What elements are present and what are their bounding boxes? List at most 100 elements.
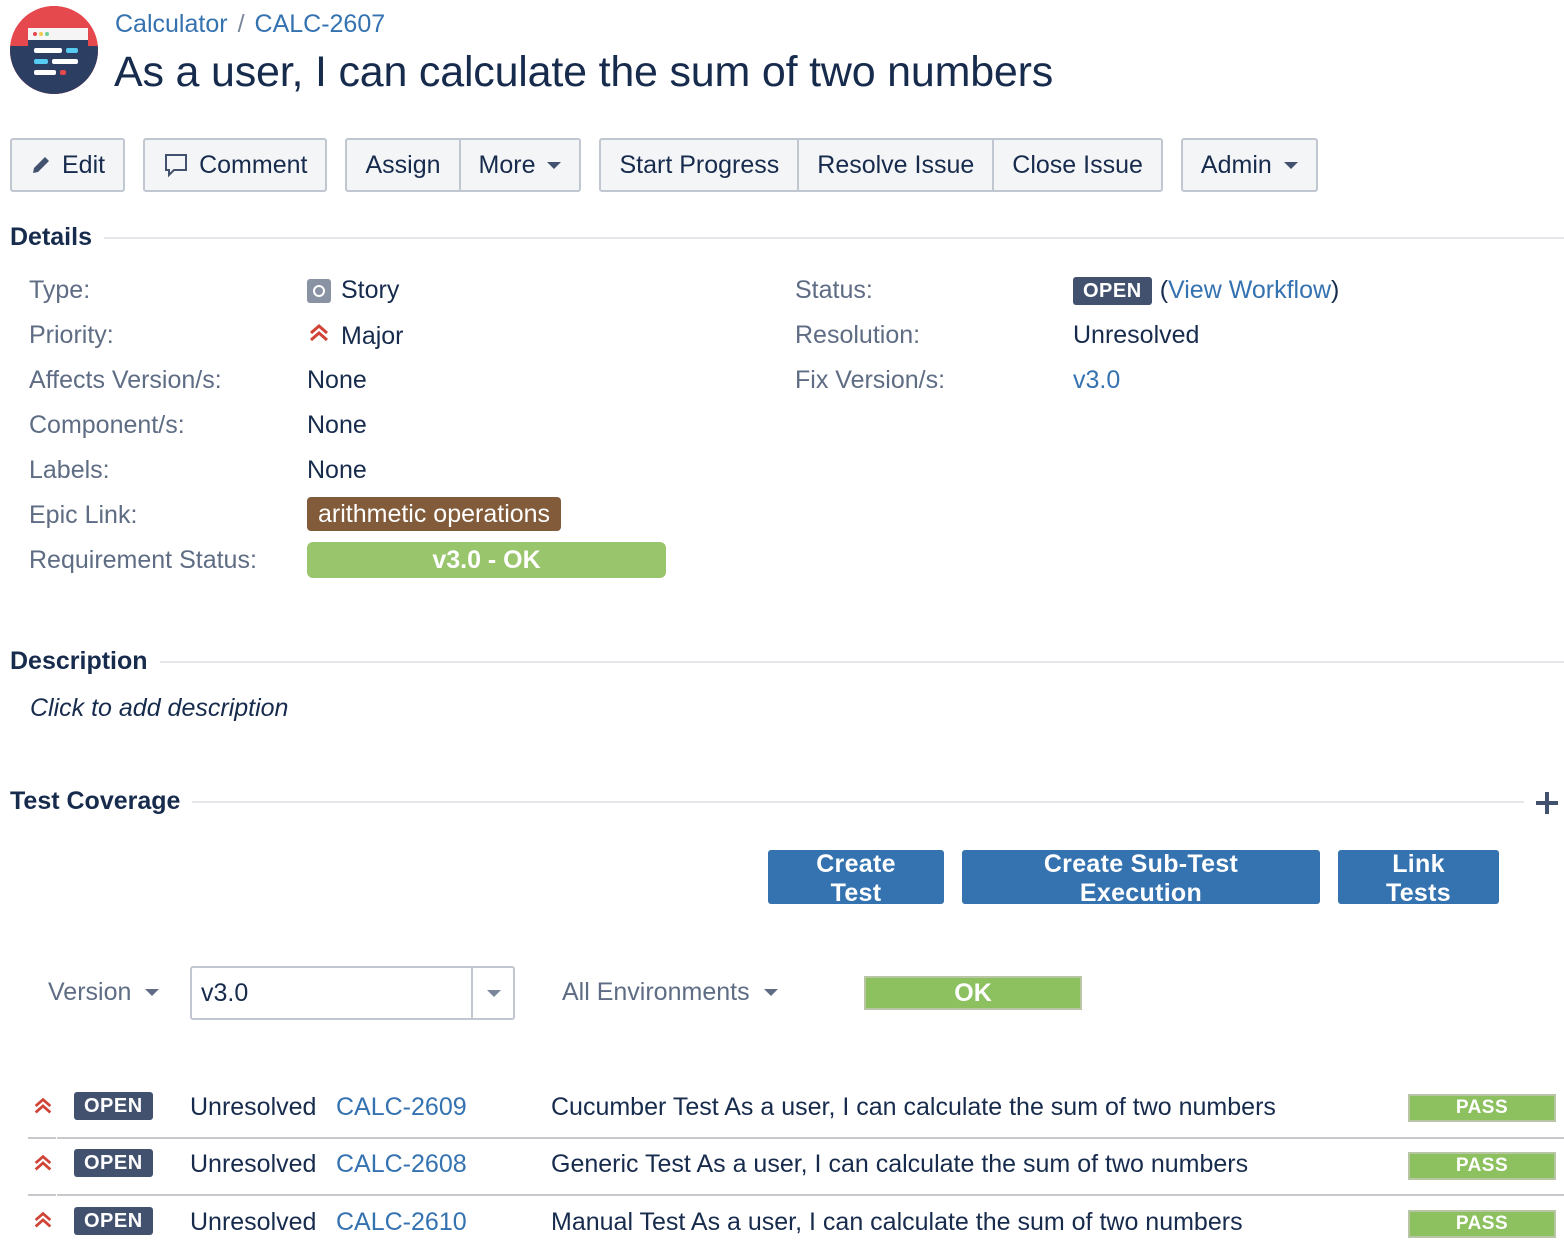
row-divider	[57, 1137, 1564, 1139]
test-row: OPEN Unresolved CALC-2609 Cucumber Test …	[0, 1080, 1564, 1136]
epic-link-label: Epic Link:	[29, 501, 138, 529]
chevron-down-icon	[547, 161, 562, 169]
edit-button[interactable]: Edit	[10, 138, 126, 192]
breadcrumb-project-link[interactable]: Calculator	[115, 10, 228, 38]
labels-value[interactable]: None	[307, 456, 367, 485]
comment-button-label: Comment	[199, 150, 308, 179]
issue-toolbar: Edit Comment Assign More Start Progress …	[10, 138, 1318, 192]
workflow-transitions-group: Start Progress Resolve Issue Close Issue	[599, 138, 1163, 192]
resolution-text: Unresolved	[190, 1150, 317, 1178]
resolution-text: Unresolved	[190, 1093, 317, 1121]
story-type-icon	[307, 278, 331, 303]
epic-lozenge[interactable]: arithmetic operations	[307, 497, 562, 531]
comment-button[interactable]: Comment	[143, 138, 328, 192]
test-result-badge[interactable]: PASS	[1408, 1210, 1556, 1238]
status-badge: OPEN	[74, 1092, 153, 1120]
resolution-value: Unresolved	[1073, 321, 1200, 349]
pencil-icon	[30, 154, 52, 176]
version-select[interactable]: v3.0	[190, 966, 515, 1020]
breadcrumb: Calculator / CALC-2607	[115, 10, 385, 39]
status-value: OPEN (View Workflow)	[1073, 276, 1339, 305]
major-priority-icon	[32, 1152, 54, 1174]
page-title[interactable]: As a user, I can calculate the sum of tw…	[114, 48, 1053, 97]
version-select-value: v3.0	[201, 979, 249, 1007]
test-row: OPEN Unresolved CALC-2610 Manual Test As…	[0, 1194, 1564, 1250]
coverage-status-bar[interactable]: OK	[864, 976, 1082, 1010]
view-workflow-link[interactable]: View Workflow	[1168, 276, 1331, 304]
chevron-down-icon	[145, 989, 160, 996]
description-heading: Description	[10, 647, 148, 675]
row-divider	[57, 1194, 1564, 1196]
status-badge: OPEN	[74, 1149, 153, 1177]
details-section-header[interactable]: Details	[10, 223, 1564, 252]
admin-button-label: Admin	[1200, 150, 1272, 179]
major-priority-icon	[32, 1095, 54, 1117]
section-divider	[103, 236, 1564, 239]
create-sub-test-execution-button[interactable]: Create Sub-Test Execution	[962, 850, 1320, 907]
major-priority-icon	[32, 1209, 54, 1231]
chevron-down-icon	[1283, 161, 1298, 169]
version-select-toggle[interactable]	[471, 968, 513, 1018]
requirement-status-bar[interactable]: v3.0 - OK	[307, 542, 666, 578]
more-dropdown-button[interactable]: More	[460, 138, 582, 192]
priority-value: Major	[307, 321, 404, 352]
breadcrumb-separator: /	[237, 10, 245, 38]
description-section-header[interactable]: Description	[10, 647, 1564, 676]
link-tests-button[interactable]: Link Tests	[1338, 850, 1499, 907]
row-divider	[28, 1137, 56, 1139]
test-key-link[interactable]: CALC-2608	[336, 1150, 467, 1179]
affects-versions-label: Affects Version/s:	[29, 366, 222, 394]
section-divider	[192, 800, 1524, 803]
test-summary: Manual Test As a user, I can calculate t…	[551, 1208, 1243, 1236]
admin-dropdown-button[interactable]: Admin	[1180, 138, 1318, 192]
test-result-badge[interactable]: PASS	[1408, 1152, 1556, 1180]
test-row: OPEN Unresolved CALC-2608 Generic Test A…	[0, 1137, 1564, 1193]
speech-bubble-icon	[163, 152, 189, 178]
assign-button[interactable]: Assign	[345, 138, 461, 192]
more-button-label: More	[478, 150, 536, 179]
plus-icon[interactable]	[1536, 792, 1558, 814]
version-filter-label: Version	[48, 978, 132, 1006]
test-result-badge[interactable]: PASS	[1408, 1094, 1556, 1122]
components-value[interactable]: None	[307, 411, 367, 440]
resolution-label: Resolution:	[795, 321, 921, 349]
epic-link-value: arithmetic operations	[307, 497, 562, 531]
type-text: Story	[341, 276, 400, 304]
status-badge: OPEN	[74, 1207, 153, 1235]
type-label: Type:	[29, 276, 91, 304]
breadcrumb-issue-link[interactable]: CALC-2607	[255, 10, 386, 38]
resolution-text: Unresolved	[190, 1208, 317, 1236]
test-summary: Generic Test As a user, I can calculate …	[551, 1150, 1249, 1178]
description-placeholder[interactable]: Click to add description	[30, 694, 288, 723]
environment-filter-label: All Environments	[562, 978, 750, 1006]
environment-filter-dropdown[interactable]: All Environments	[562, 978, 778, 1007]
assign-more-group: Assign More	[345, 138, 582, 192]
components-label: Component/s:	[29, 411, 185, 439]
test-coverage-heading: Test Coverage	[10, 787, 181, 815]
chevron-down-icon	[487, 989, 501, 997]
close-issue-button[interactable]: Close Issue	[994, 138, 1163, 192]
type-value: Story	[307, 276, 399, 305]
major-priority-icon	[307, 321, 331, 352]
test-key-link[interactable]: CALC-2610	[336, 1208, 467, 1237]
version-filter-dropdown[interactable]: Version	[48, 978, 160, 1007]
section-divider	[159, 660, 1564, 663]
status-badge: OPEN	[1073, 276, 1152, 305]
test-coverage-section-header[interactable]: Test Coverage	[10, 787, 1524, 816]
labels-label: Labels:	[29, 456, 110, 484]
paren-open: (	[1159, 276, 1169, 304]
resolve-issue-button[interactable]: Resolve Issue	[799, 138, 995, 192]
fix-version-link[interactable]: v3.0	[1073, 366, 1120, 395]
test-key-link[interactable]: CALC-2609	[336, 1093, 467, 1122]
project-avatar-icon[interactable]	[10, 6, 98, 94]
test-summary: Cucumber Test As a user, I can calculate…	[551, 1093, 1276, 1121]
start-progress-button[interactable]: Start Progress	[599, 138, 800, 192]
edit-button-label: Edit	[62, 150, 106, 179]
affects-versions-value[interactable]: None	[307, 366, 367, 395]
priority-text: Major	[341, 322, 404, 350]
create-test-button[interactable]: Create Test	[768, 850, 944, 907]
fix-versions-label: Fix Version/s:	[795, 366, 946, 394]
priority-label: Priority:	[29, 321, 114, 349]
chevron-down-icon	[763, 989, 778, 996]
status-label: Status:	[795, 276, 873, 304]
